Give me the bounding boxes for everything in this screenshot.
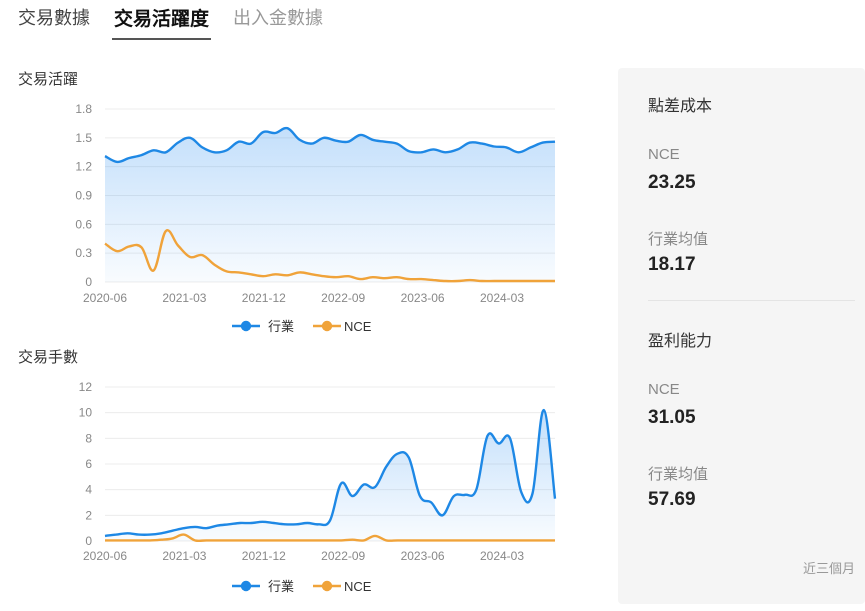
- y-tick-label: 0.6: [75, 217, 92, 231]
- chart-legend: 行業 NCE: [232, 579, 372, 594]
- x-tick-label: 2022-09: [321, 291, 365, 305]
- y-tick-label: 1.5: [75, 131, 92, 145]
- legend-marker: [321, 320, 333, 332]
- x-tick-label: 2023-06: [401, 549, 445, 563]
- legend-label[interactable]: NCE: [344, 579, 372, 594]
- profit-avg-value: 57.69: [648, 489, 696, 510]
- legend-marker: [240, 320, 252, 332]
- x-tick-label: 2021-03: [162, 291, 206, 305]
- x-tick-label: 2022-09: [321, 549, 365, 563]
- y-tick-label: 0.3: [75, 246, 92, 260]
- panel-divider: [648, 300, 855, 301]
- legend-marker: [240, 580, 252, 592]
- spread-cost-title: 點差成本: [648, 98, 713, 115]
- x-tick-label: 2024-03: [480, 291, 524, 305]
- y-tick-label: 12: [79, 380, 93, 394]
- y-tick-label: 0: [85, 534, 92, 548]
- period-note: 近三個月: [802, 561, 855, 576]
- profit-nce-label: NCE: [648, 381, 680, 398]
- x-tick-label: 2021-12: [242, 549, 286, 563]
- spread-avg-label: 行業均值: [648, 231, 709, 248]
- spread-nce-label: NCE: [648, 146, 680, 163]
- profitability-title: 盈利能力: [648, 333, 713, 350]
- series-area-行業: [105, 128, 555, 282]
- y-tick-label: 1.8: [75, 102, 92, 116]
- y-tick-label: 6: [85, 457, 92, 471]
- metrics-panel: 點差成本 NCE 23.25 行業均值 18.17 盈利能力 NCE 31.05…: [618, 68, 865, 604]
- tab-trading-data[interactable]: 交易數據: [18, 0, 90, 40]
- activity-chart: 0 0.3 0.6 0.9 1.2 1.5 1.8 2020-06 2021-03 2021-12…: [75, 102, 556, 334]
- chart-legend: 行業 NCE: [232, 319, 372, 334]
- y-tick-label: 4: [85, 483, 92, 497]
- tab-deposit-withdrawal-data[interactable]: 出入金數據: [233, 0, 323, 40]
- legend-label[interactable]: NCE: [344, 319, 372, 334]
- x-tick-label: 2021-12: [242, 291, 286, 305]
- y-tick-label: 0: [85, 275, 92, 289]
- profit-nce-value: 31.05: [648, 407, 696, 428]
- y-tick-label: 8: [85, 431, 92, 445]
- x-tick-label: 2023-06: [401, 291, 445, 305]
- spread-avg-value: 18.17: [648, 254, 696, 275]
- tab-trading-activity[interactable]: 交易活躍度: [111, 0, 212, 40]
- spread-nce-value: 23.25: [648, 172, 696, 193]
- y-tick-label: 1.2: [75, 160, 92, 174]
- legend-marker: [321, 580, 333, 592]
- legend-label[interactable]: 行業: [268, 319, 294, 334]
- tab-bar: 交易數據 交易活躍度 出入金數據: [18, 0, 347, 42]
- lots-chart: 0 2 4 6 8 10 12 2020-06 2021-03 2021-12 2022-09 202…: [79, 380, 557, 594]
- profit-avg-label: 行業均值: [648, 466, 709, 483]
- x-tick-label: 2021-03: [162, 549, 206, 563]
- x-tick-label: 2020-06: [83, 549, 127, 563]
- x-tick-label: 2024-03: [480, 549, 524, 563]
- y-tick-label: 10: [79, 406, 93, 420]
- y-tick-label: 2: [85, 508, 92, 522]
- y-tick-label: 0.9: [75, 189, 92, 203]
- x-tick-label: 2020-06: [83, 291, 127, 305]
- legend-label[interactable]: 行業: [268, 579, 294, 594]
